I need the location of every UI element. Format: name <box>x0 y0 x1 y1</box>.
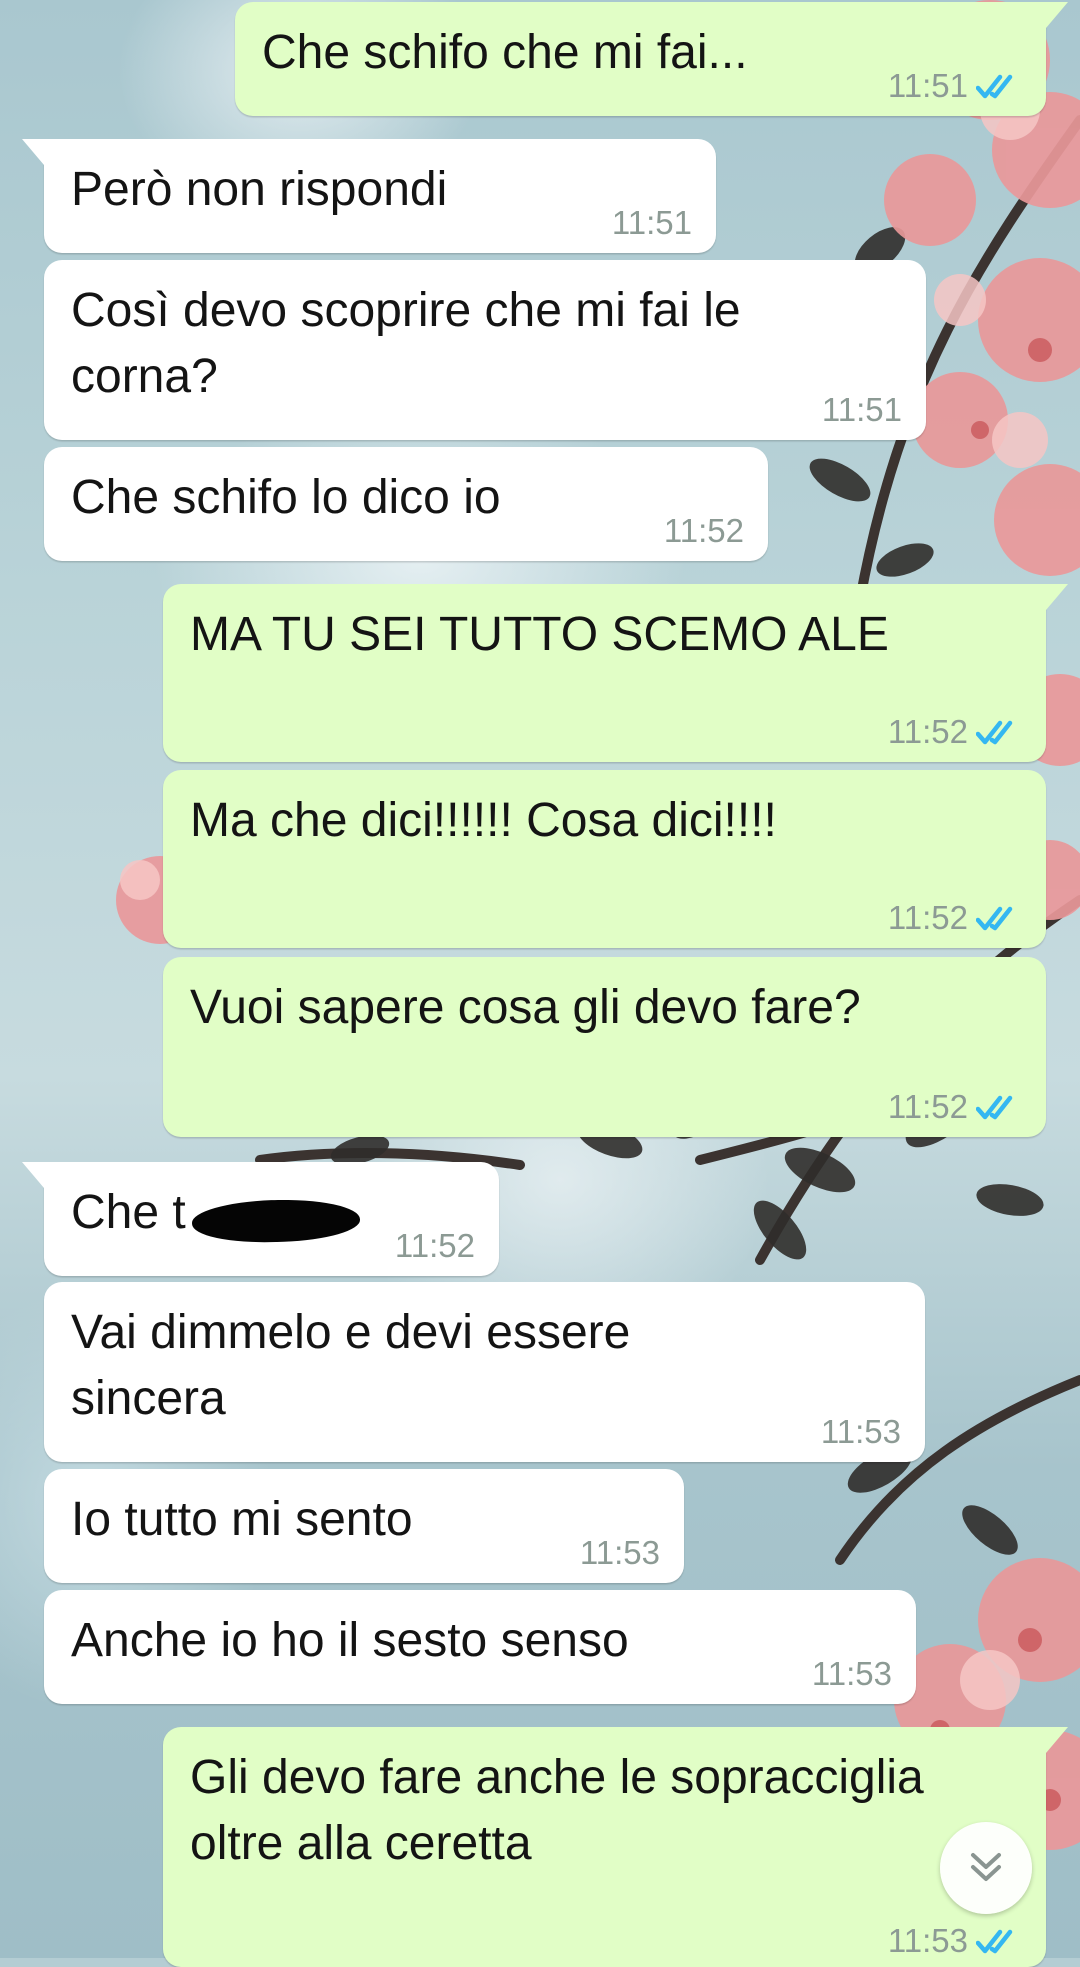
message-meta: 11:53 <box>821 1412 901 1452</box>
outgoing-message[interactable]: Vuoi sapere cosa gli devo fare? 11:52 <box>163 957 1046 1137</box>
incoming-message[interactable]: Così devo scoprire che mi fai le corna? … <box>44 260 926 440</box>
double-check-icon <box>976 720 1013 745</box>
message-time: 11:52 <box>394 1227 475 1264</box>
message-time: 11:51 <box>821 391 902 428</box>
outgoing-message[interactable]: Che schifo che mi fai... 11:51 <box>235 2 1068 116</box>
message-text: Vai dimmelo e devi essere sincera <box>71 1306 644 1425</box>
incoming-message[interactable]: Anche io ho il sesto senso 11:53 <box>44 1590 916 1704</box>
outgoing-message[interactable]: Gli devo fare anche le sopracciglia oltr… <box>163 1727 1068 1967</box>
incoming-message[interactable]: Però non rispondi 11:51 <box>22 139 716 253</box>
message-meta: 11:52 <box>888 1087 1022 1127</box>
message-meta: 11:53 <box>580 1533 660 1573</box>
chevron-double-down-icon <box>971 1853 1001 1881</box>
message-time: 11:52 <box>887 713 968 750</box>
double-check-icon <box>976 906 1013 931</box>
message-time: 11:51 <box>887 67 968 104</box>
double-check-icon <box>976 1929 1013 1954</box>
message-time: 11:52 <box>887 899 968 936</box>
message-time: 11:53 <box>820 1413 901 1450</box>
message-time: 11:52 <box>887 1088 968 1125</box>
message-meta: 11:51 <box>612 203 692 243</box>
message-text: Anche io ho il sesto senso <box>71 1614 629 1667</box>
scroll-to-bottom-button[interactable] <box>940 1822 1032 1914</box>
message-meta: 11:53 <box>888 1921 1022 1961</box>
message-meta: 11:52 <box>664 511 744 551</box>
message-text: MA TU SEI TUTTO SCEMO ALE <box>190 608 889 661</box>
message-meta: 11:52 <box>395 1226 475 1266</box>
message-text: Però non rispondi <box>71 163 448 216</box>
message-meta: 11:52 <box>888 898 1022 938</box>
outgoing-message[interactable]: MA TU SEI TUTTO SCEMO ALE 11:52 <box>163 584 1068 762</box>
outgoing-message[interactable]: Ma che dici!!!!!! Cosa dici!!!! 11:52 <box>163 770 1046 948</box>
message-meta: 11:51 <box>822 390 902 430</box>
incoming-message[interactable]: Che t 11:52 <box>22 1162 499 1276</box>
message-time: 11:51 <box>611 204 692 241</box>
message-time: 11:53 <box>579 1534 660 1571</box>
message-text: Gli devo fare anche le sopracciglia oltr… <box>190 1751 938 1870</box>
message-meta: 11:51 <box>888 66 1022 106</box>
incoming-message[interactable]: Che schifo lo dico io 11:52 <box>44 447 768 561</box>
message-time: 11:53 <box>887 1922 968 1959</box>
double-check-icon <box>976 1095 1013 1120</box>
incoming-message[interactable]: Vai dimmelo e devi essere sincera 11:53 <box>44 1282 925 1462</box>
message-meta: 11:53 <box>812 1654 892 1694</box>
message-text: Vuoi sapere cosa gli devo fare? <box>190 981 861 1034</box>
incoming-message[interactable]: Io tutto mi sento 11:53 <box>44 1469 684 1583</box>
message-time: 11:52 <box>663 512 744 549</box>
message-meta: 11:52 <box>888 712 1022 752</box>
double-check-icon <box>976 74 1013 99</box>
message-text: Ma che dici!!!!!! Cosa dici!!!! <box>190 794 777 847</box>
message-text: Io tutto mi sento <box>71 1493 413 1546</box>
message-time: 11:53 <box>811 1655 892 1692</box>
message-text: Che schifo lo dico io <box>71 471 501 524</box>
message-text: Così devo scoprire che mi fai le corna? <box>71 284 754 403</box>
